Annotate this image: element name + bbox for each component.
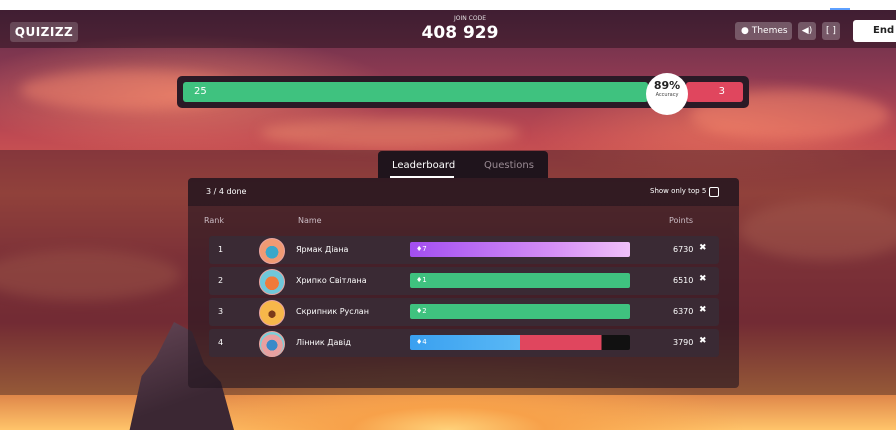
table-row[interactable]: 2 Хрипко Світлана ♦1 6510 ✖ (209, 267, 719, 295)
progress-bar: ♦7 (410, 242, 630, 257)
remove-player-icon[interactable]: ✖ (699, 336, 707, 346)
player-name: Лінник Давід (296, 338, 351, 347)
column-points: Points (669, 216, 694, 225)
volume-button[interactable]: ◀) (798, 22, 816, 40)
streak-count: ♦2 (416, 307, 427, 315)
fullscreen-button[interactable]: [ ] (822, 22, 840, 40)
quizizz-logo[interactable]: QUIZIZZ (10, 22, 78, 42)
column-name: Name (298, 216, 322, 225)
accuracy-label: Accuracy (655, 92, 679, 98)
player-points: 6370 (673, 307, 694, 316)
correct-count: 25 (183, 82, 648, 102)
row-rank: 4 (218, 338, 224, 347)
themes-button[interactable]: ● Themes (735, 22, 792, 40)
table-row[interactable]: 1 Ярмак Діана ♦7 6730 ✖ (209, 236, 719, 264)
player-name: Скрипник Руслан (296, 307, 369, 316)
column-rank: Rank (204, 216, 224, 225)
streak-count: ♦4 (416, 338, 427, 346)
join-code-value: 408 929 (421, 23, 499, 43)
player-points: 6510 (673, 276, 694, 285)
player-points: 3790 (673, 338, 694, 347)
tab-questions[interactable]: Questions (484, 160, 534, 171)
avatar (259, 269, 285, 295)
avatar (259, 238, 285, 264)
table-row[interactable]: 4 Лінник Давід ♦4 3790 ✖ (209, 329, 719, 357)
player-points: 6730 (673, 245, 694, 254)
avatar (259, 331, 285, 357)
row-rank: 3 (218, 307, 224, 316)
themes-label: Themes (751, 26, 788, 36)
table-row[interactable]: 3 Скрипник Руслан ♦2 6370 ✖ (209, 298, 719, 326)
player-name: Хрипко Світлана (296, 276, 367, 285)
remove-player-icon[interactable]: ✖ (699, 305, 707, 315)
show-top-label: Show only top 5 (650, 187, 707, 195)
join-code-label: JOIN CODE (454, 15, 486, 22)
end-button[interactable]: End (853, 20, 896, 42)
browser-strip (0, 0, 896, 10)
palette-icon: ● (741, 26, 749, 36)
row-rank: 1 (218, 245, 224, 254)
streak-count: ♦7 (416, 245, 427, 253)
avatar (259, 300, 285, 326)
remove-player-icon[interactable]: ✖ (699, 243, 707, 253)
row-rank: 2 (218, 276, 224, 285)
tab-bar: Leaderboard Questions (378, 151, 548, 178)
incorrect-count: 3 (686, 82, 743, 102)
progress-bar: ♦2 (410, 304, 630, 319)
streak-count: ♦1 (416, 276, 427, 284)
player-name: Ярмак Діана (296, 245, 349, 254)
remove-player-icon[interactable]: ✖ (699, 274, 707, 284)
done-count: 3 / 4 done (206, 187, 247, 196)
accuracy-badge: 89% Accuracy (646, 73, 688, 115)
fullscreen-icon: [ ] (826, 26, 836, 36)
tab-leaderboard[interactable]: Leaderboard (392, 160, 455, 171)
show-top-checkbox[interactable] (709, 187, 719, 197)
accuracy-percent: 89% (653, 79, 681, 92)
progress-bar: ♦1 (410, 273, 630, 288)
volume-icon: ◀) (801, 26, 813, 36)
progress-bar: ♦4 (410, 335, 630, 350)
